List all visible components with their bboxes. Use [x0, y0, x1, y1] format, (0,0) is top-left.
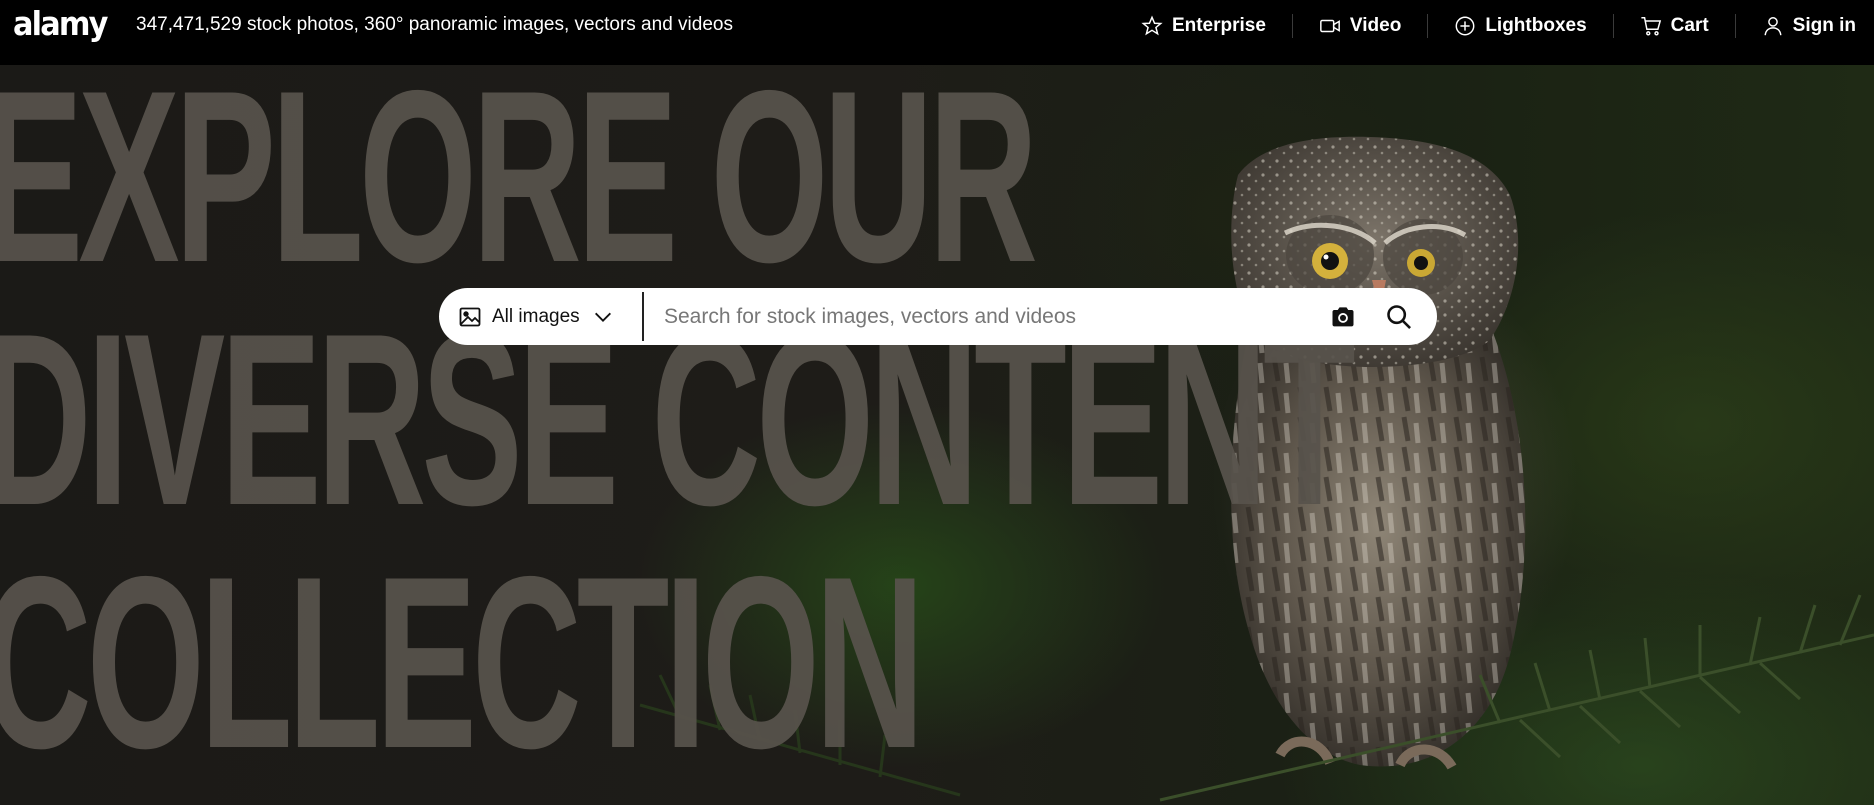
nav-cart-label: Cart [1670, 14, 1709, 36]
search-type-label: All images [492, 305, 580, 327]
image-icon [459, 307, 481, 326]
alamy-logo[interactable]: alamy [13, 4, 108, 43]
header-nav: Enterprise Video Lightboxes Cart Sign in [1115, 0, 1874, 51]
headline-line-3: COLLECTION [0, 525, 925, 799]
nav-video[interactable]: Video [1293, 13, 1427, 39]
site-tagline: 347,471,529 stock photos, 360° panoramic… [136, 14, 733, 35]
user-icon [1764, 16, 1782, 35]
search-type-dropdown[interactable]: All images [439, 288, 642, 345]
top-navigation-bar: alamy 347,471,529 stock photos, 360° pan… [0, 0, 1874, 65]
video-camera-icon [1320, 19, 1340, 32]
plus-circle-icon [1455, 16, 1475, 35]
nav-lightboxes-label: Lightboxes [1485, 14, 1587, 36]
cart-icon [1641, 16, 1661, 36]
search-input[interactable] [644, 288, 1315, 345]
camera-icon [1332, 306, 1354, 326]
chevron-down-icon [594, 312, 611, 322]
nav-cart[interactable]: Cart [1614, 13, 1735, 39]
visual-search-button[interactable] [1315, 288, 1371, 345]
nav-sign-in[interactable]: Sign in [1736, 13, 1874, 39]
headline-line-1: EXPLORE OUR [0, 65, 1038, 313]
search-icon [1387, 304, 1411, 329]
nav-enterprise[interactable]: Enterprise [1115, 13, 1292, 39]
nav-lightboxes[interactable]: Lightboxes [1428, 13, 1612, 39]
nav-video-label: Video [1349, 14, 1402, 36]
nav-sign-in-label: Sign in [1792, 14, 1856, 36]
search-bar: All images [439, 288, 1437, 345]
star-icon [1141, 14, 1163, 35]
hero-headline: EXPLORE OUR DIVERSE CONTENT COLLECTION [0, 65, 1356, 799]
search-submit-button[interactable] [1371, 288, 1427, 345]
hero-banner: EXPLORE OUR DIVERSE CONTENT COLLECTION [0, 65, 1874, 805]
nav-enterprise-label: Enterprise [1171, 14, 1266, 36]
